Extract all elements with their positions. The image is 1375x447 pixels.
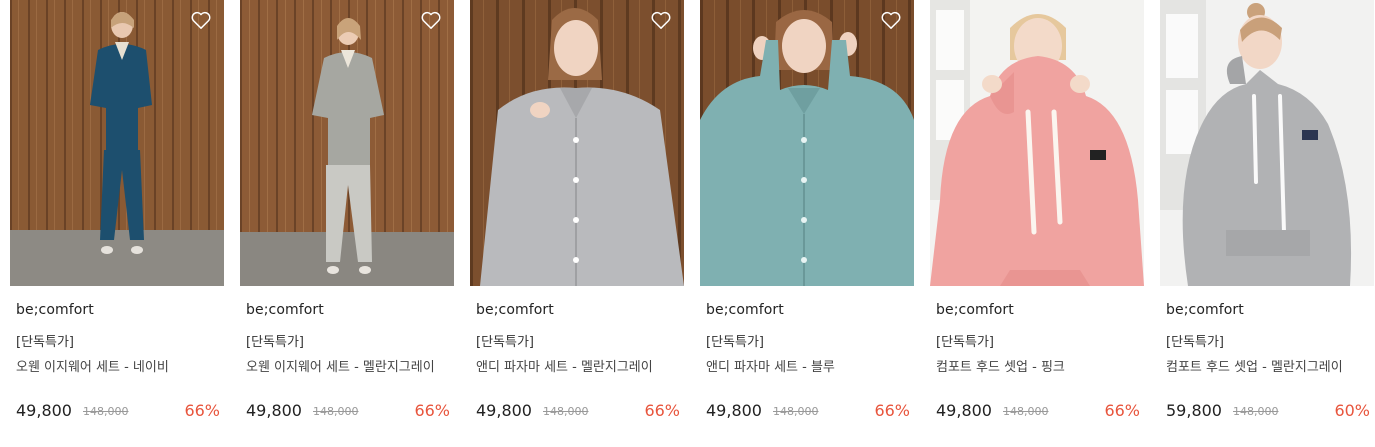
sale-price: 49,800	[246, 401, 302, 420]
brand-name: be;comfort	[246, 302, 324, 318]
product-image[interactable]	[1160, 0, 1374, 286]
promo-tag: [단독특가]	[16, 335, 74, 350]
original-price: 148,000	[313, 405, 359, 418]
heart-icon[interactable]	[880, 10, 902, 30]
brand-name: be;comfort	[1166, 302, 1244, 318]
product-name[interactable]: 컴포트 후드 셋업 - 핑크	[936, 356, 1065, 375]
product-card[interactable]: be;comfort [단독특가] 컴포트 후드 셋업 - 멜란지그레이 59,…	[1160, 0, 1374, 447]
original-price: 148,000	[83, 405, 129, 418]
heart-icon[interactable]	[190, 10, 212, 30]
discount-rate: 66%	[414, 401, 450, 420]
product-card[interactable]: be;comfort [단독특가] 앤디 파자마 세트 - 멜란지그레이 49,…	[470, 0, 684, 447]
sale-price: 59,800	[1166, 401, 1222, 420]
original-price: 148,000	[1233, 405, 1279, 418]
product-image[interactable]	[470, 0, 684, 286]
product-photo	[10, 0, 224, 286]
promo-tag: [단독특가]	[1166, 335, 1224, 350]
product-name[interactable]: 앤디 파자마 세트 - 블루	[706, 356, 835, 375]
discount-rate: 66%	[184, 401, 220, 420]
product-photo	[700, 0, 914, 286]
product-photo	[240, 0, 454, 286]
discount-rate: 60%	[1334, 401, 1370, 420]
product-grid: be;comfort [단독특가] 오웬 이지웨어 세트 - 네이비 49,80…	[0, 0, 1375, 447]
product-image[interactable]	[240, 0, 454, 286]
product-card[interactable]: be;comfort [단독특가] 오웬 이지웨어 세트 - 멜란지그레이 49…	[240, 0, 454, 447]
product-image[interactable]	[10, 0, 224, 286]
original-price: 148,000	[1003, 405, 1049, 418]
product-image[interactable]	[930, 0, 1144, 286]
promo-tag: [단독특가]	[936, 335, 994, 350]
product-name[interactable]: 오웬 이지웨어 세트 - 멜란지그레이	[246, 356, 435, 375]
discount-rate: 66%	[644, 401, 680, 420]
promo-tag: [단독특가]	[706, 335, 764, 350]
sale-price: 49,800	[16, 401, 72, 420]
product-photo	[930, 0, 1144, 286]
heart-icon[interactable]	[420, 10, 442, 30]
product-card[interactable]: be;comfort [단독특가] 컴포트 후드 셋업 - 핑크 49,800 …	[930, 0, 1144, 447]
promo-tag: [단독특가]	[476, 335, 534, 350]
product-card[interactable]: be;comfort [단독특가] 앤디 파자마 세트 - 블루 49,800 …	[700, 0, 914, 447]
promo-tag: [단독특가]	[246, 335, 304, 350]
product-image[interactable]	[700, 0, 914, 286]
product-photo	[1160, 0, 1374, 286]
sale-price: 49,800	[936, 401, 992, 420]
product-name[interactable]: 컴포트 후드 셋업 - 멜란지그레이	[1166, 356, 1343, 375]
product-name[interactable]: 앤디 파자마 세트 - 멜란지그레이	[476, 356, 653, 375]
discount-rate: 66%	[874, 401, 910, 420]
brand-name: be;comfort	[476, 302, 554, 318]
original-price: 148,000	[773, 405, 819, 418]
brand-name: be;comfort	[936, 302, 1014, 318]
product-card[interactable]: be;comfort [단독특가] 오웬 이지웨어 세트 - 네이비 49,80…	[10, 0, 224, 447]
heart-icon[interactable]	[650, 10, 672, 30]
brand-name: be;comfort	[706, 302, 784, 318]
brand-name: be;comfort	[16, 302, 94, 318]
sale-price: 49,800	[706, 401, 762, 420]
sale-price: 49,800	[476, 401, 532, 420]
original-price: 148,000	[543, 405, 589, 418]
product-name[interactable]: 오웬 이지웨어 세트 - 네이비	[16, 356, 169, 375]
product-photo	[470, 0, 684, 286]
discount-rate: 66%	[1104, 401, 1140, 420]
